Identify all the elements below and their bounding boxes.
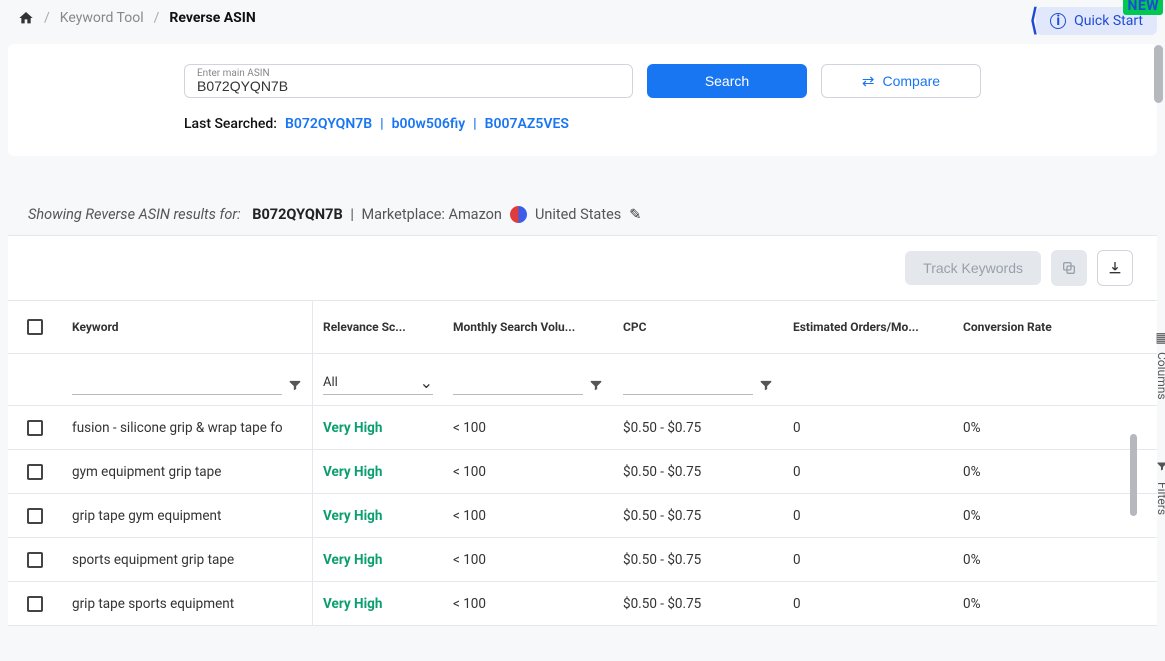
results-prefix: Showing Reverse ASIN results for: (28, 206, 241, 223)
info-icon: i (1050, 13, 1066, 29)
breadcrumb: / Keyword Tool / Reverse ASIN (0, 0, 274, 36)
filter-volume-input[interactable] (453, 373, 583, 395)
cell-volume: < 100 (443, 508, 613, 524)
cell-conversion: 0% (953, 508, 1113, 524)
results-marketplace: Marketplace: Amazon (361, 206, 501, 223)
cell-cpc: $0.50 - $0.75 (613, 464, 783, 480)
filter-cpc-input[interactable] (623, 373, 753, 395)
table-row: grip tape sports equipmentVery High< 100… (8, 582, 1157, 626)
home-icon[interactable] (18, 10, 34, 26)
cell-keyword: grip tape gym equipment (62, 508, 312, 524)
compare-button[interactable]: ⇄ Compare (821, 64, 981, 98)
asin-input[interactable] (197, 78, 620, 94)
cell-orders: 0 (783, 420, 953, 436)
copy-icon (1061, 260, 1077, 276)
row-checkbox[interactable] (27, 420, 43, 436)
search-button[interactable]: Search (647, 64, 807, 98)
cell-conversion: 0% (953, 596, 1113, 612)
scrollbar-table[interactable] (1130, 434, 1137, 516)
row-checkbox[interactable] (27, 596, 43, 612)
results-asin: B072QYQN7B (252, 206, 343, 223)
cell-cpc: $0.50 - $0.75 (613, 596, 783, 612)
row-checkbox[interactable] (27, 552, 43, 568)
cell-keyword: sports equipment grip tape (62, 552, 312, 568)
cell-keyword: fusion - silicone grip & wrap tape fo (62, 420, 312, 436)
table-header: Keyword Relevance Sc... Monthly Search V… (8, 300, 1157, 354)
last-searched: Last Searched: B072QYQN7B | b00w506fiy |… (8, 98, 1157, 132)
breadcrumb-sep: / (44, 10, 50, 26)
breadcrumb-sep: / (154, 10, 160, 26)
scrollbar-main[interactable] (1154, 0, 1163, 661)
col-orders[interactable]: Estimated Orders/Mo... (783, 320, 953, 334)
results-table: Keyword Relevance Sc... Monthly Search V… (8, 300, 1157, 626)
row-checkbox[interactable] (27, 464, 43, 480)
table-row: gym equipment grip tapeVery High< 100$0.… (8, 450, 1157, 494)
table-row: grip tape gym equipmentVery High< 100$0.… (8, 494, 1157, 538)
cell-cpc: $0.50 - $0.75 (613, 508, 783, 524)
cell-keyword: grip tape sports equipment (62, 596, 312, 612)
col-conversion[interactable]: Conversion Rate (953, 320, 1113, 334)
cell-relevance: Very High (313, 596, 443, 612)
edit-icon[interactable]: ✎ (629, 206, 641, 223)
cell-volume: < 100 (443, 420, 613, 436)
breadcrumb-tool[interactable]: Keyword Tool (60, 10, 144, 26)
search-card: Enter main ASIN Search ⇄ Compare Last Se… (8, 44, 1157, 156)
cell-conversion: 0% (953, 464, 1113, 480)
col-cpc[interactable]: CPC (613, 320, 783, 334)
breadcrumb-page: Reverse ASIN (169, 10, 255, 26)
results-country: United States (535, 206, 621, 223)
filter-icon[interactable] (759, 377, 773, 391)
table-row: fusion - silicone grip & wrap tape foVer… (8, 406, 1157, 450)
filter-relevance-select[interactable]: All ⌄ (323, 373, 433, 395)
cell-orders: 0 (783, 464, 953, 480)
cell-relevance: Very High (313, 420, 443, 436)
cell-orders: 0 (783, 552, 953, 568)
last-searched-link[interactable]: B007AZ5VES (485, 116, 569, 132)
cell-volume: < 100 (443, 464, 613, 480)
cell-orders: 0 (783, 596, 953, 612)
filter-icon[interactable] (288, 377, 302, 391)
swap-icon: ⇄ (862, 72, 875, 90)
chevron-down-icon: ⌄ (420, 373, 433, 392)
col-relevance[interactable]: Relevance Sc... (313, 320, 443, 334)
track-keywords-button[interactable]: Track Keywords (905, 251, 1041, 285)
action-bar: Track Keywords (8, 236, 1157, 300)
cell-cpc: $0.50 - $0.75 (613, 552, 783, 568)
row-checkbox[interactable] (27, 508, 43, 524)
cell-orders: 0 (783, 508, 953, 524)
cell-conversion: 0% (953, 552, 1113, 568)
results-info: Showing Reverse ASIN results for: B072QY… (8, 206, 1157, 236)
col-keyword[interactable]: Keyword (62, 320, 312, 334)
last-searched-label: Last Searched: (184, 116, 277, 132)
cell-volume: < 100 (443, 552, 613, 568)
filter-row: All ⌄ (8, 354, 1157, 406)
asin-input-wrap[interactable]: Enter main ASIN (184, 64, 633, 98)
col-volume[interactable]: Monthly Search Volu... (443, 320, 613, 334)
compare-label: Compare (882, 73, 940, 89)
cell-volume: < 100 (443, 596, 613, 612)
cell-relevance: Very High (313, 552, 443, 568)
table-row: sports equipment grip tapeVery High< 100… (8, 538, 1157, 582)
flag-icon (510, 206, 527, 223)
download-icon (1107, 260, 1123, 276)
last-searched-link[interactable]: B072QYQN7B (285, 116, 372, 132)
last-searched-link[interactable]: b00w506fiy (392, 116, 466, 132)
quickstart-button[interactable]: i Quick Start NEW (1036, 7, 1157, 35)
cell-keyword: gym equipment grip tape (62, 464, 312, 480)
copy-button[interactable] (1051, 250, 1087, 286)
filter-icon[interactable] (589, 377, 603, 391)
cell-relevance: Very High (313, 508, 443, 524)
filter-keyword-input[interactable] (72, 373, 282, 395)
cell-relevance: Very High (313, 464, 443, 480)
select-all-checkbox[interactable] (27, 319, 43, 335)
quickstart-label: Quick Start (1074, 13, 1143, 29)
download-button[interactable] (1097, 250, 1133, 286)
cell-conversion: 0% (953, 420, 1113, 436)
filter-relevance-value: All (323, 375, 338, 390)
cell-cpc: $0.50 - $0.75 (613, 420, 783, 436)
